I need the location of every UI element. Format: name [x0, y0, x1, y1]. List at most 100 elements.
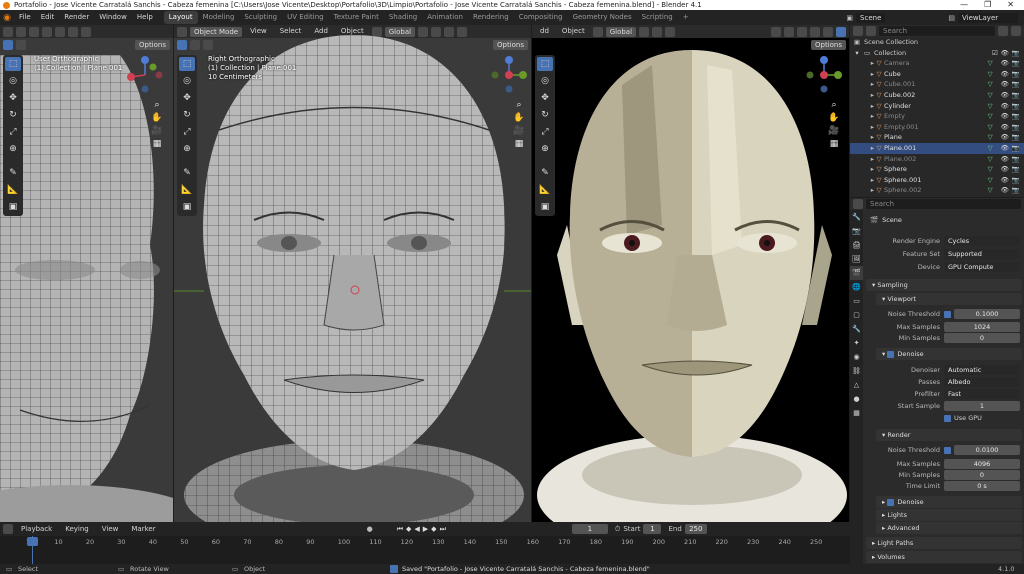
expand-arrow-icon[interactable]: ▸	[850, 79, 874, 90]
properties-search-input[interactable]: Search	[866, 199, 1021, 209]
render-denoise-checkbox[interactable]	[887, 498, 895, 506]
outliner-item[interactable]: ▸ ▽ Plane.002 ▽ 👁 📷	[850, 154, 1024, 165]
camera-view-icon[interactable]: 🎥	[827, 126, 841, 136]
measure-tool-icon[interactable]: 📐	[537, 183, 553, 197]
perspective-grid-icon[interactable]: ▦	[827, 139, 841, 149]
outliner-item[interactable]: ▸ ▽ Plane ▽ 👁 📷	[850, 132, 1024, 143]
r-noise-field[interactable]: 0.0100	[954, 445, 1020, 455]
perspective-grid-icon[interactable]: ▦	[150, 139, 164, 149]
workspace-tab-modeling[interactable]: Modeling	[198, 11, 240, 24]
visibility-eye-icon[interactable]: 👁	[1001, 58, 1012, 69]
select-mode-icon[interactable]	[16, 26, 26, 37]
visibility-eye-icon[interactable]: 👁	[1001, 143, 1012, 154]
outliner-item[interactable]: ▸ ▽ Sphere ▽ 👁 📷	[850, 164, 1024, 175]
noise-threshold-checkbox[interactable]	[944, 310, 951, 318]
workspace-tab-compositing[interactable]: Compositing	[514, 11, 568, 24]
new-collection-icon[interactable]	[1011, 26, 1021, 36]
outliner-item[interactable]: ▸ ▽ Camera ▽ 👁 📷	[850, 58, 1024, 69]
annotate-tool-icon[interactable]: ✎	[537, 166, 553, 180]
cursor-tool-icon[interactable]: ◎	[537, 74, 553, 88]
render-camera-icon[interactable]: 📷	[1012, 111, 1024, 122]
light-paths-panel-header[interactable]: ▸ Light Paths	[866, 537, 1022, 549]
select-extend-icon[interactable]	[16, 39, 26, 50]
advanced-subpanel-header[interactable]: ▸ Advanced	[876, 522, 1022, 534]
vp-noise-field[interactable]: 0.1000	[954, 309, 1020, 319]
playhead-handle[interactable]	[27, 537, 38, 546]
visibility-eye-icon[interactable]: 👁	[1001, 79, 1012, 90]
navigation-gizmo[interactable]	[125, 55, 165, 95]
viewport-left[interactable]: Options User Orthographic (1) Collection…	[0, 25, 173, 522]
render-camera-icon[interactable]: 📷	[1012, 185, 1024, 196]
close-button[interactable]: ✕	[1007, 0, 1014, 10]
menu-render[interactable]: Render	[59, 10, 94, 25]
snap-icon[interactable]	[42, 26, 52, 37]
outliner-item[interactable]: ▸ ▽ Cylinder ▽ 👁 📷	[850, 101, 1024, 112]
visibility-eye-icon[interactable]: 👁	[1001, 69, 1012, 80]
record-icon[interactable]: ●	[367, 525, 373, 533]
render-denoise-subpanel-header[interactable]: ▸ Denoise	[876, 496, 1022, 508]
outliner-item[interactable]: ▸ ▽ Sphere.002 ▽ 👁 📷	[850, 185, 1024, 196]
r-min-samples-field[interactable]: 0	[944, 470, 1020, 480]
zoom-icon[interactable]: ⌕	[827, 100, 841, 110]
visibility-eye-icon[interactable]: 👁	[1001, 101, 1012, 112]
volumes-panel-header[interactable]: ▸ Volumes	[866, 551, 1022, 563]
preview-range-icon[interactable]: ⏱	[615, 525, 620, 534]
physics-tab-icon[interactable]: ◉	[850, 350, 863, 364]
menu-help[interactable]: Help	[132, 10, 158, 25]
constraints-tab-icon[interactable]: ⛓	[850, 364, 863, 378]
viewport-mid[interactable]: Object Mode View Select Add Object Globa…	[174, 25, 531, 522]
outliner-search-input[interactable]: Search	[879, 26, 995, 36]
navigation-gizmo[interactable]	[804, 55, 844, 95]
scale-tool-icon[interactable]: ⤢	[179, 125, 195, 139]
start-frame-field[interactable]: 1	[643, 524, 662, 534]
view-layer-icon[interactable]: ▤	[945, 14, 958, 22]
expand-arrow-icon[interactable]: ▸	[850, 122, 874, 133]
menu-edit[interactable]: Edit	[36, 10, 60, 25]
visibility-eye-icon[interactable]: 👁	[1001, 132, 1012, 143]
denoiser-dropdown[interactable]: Automatic	[944, 365, 1020, 375]
checkbox-icon[interactable]: ☑	[992, 48, 1001, 59]
display-mode-icon[interactable]	[866, 26, 876, 36]
editor-type-icon[interactable]	[3, 524, 13, 534]
pan-hand-icon[interactable]: ✋	[150, 113, 164, 123]
lights-subpanel-header[interactable]: ▸ Lights	[876, 509, 1022, 521]
zoom-icon[interactable]: ⌕	[150, 100, 164, 110]
outliner-item[interactable]: ▸ ▽ Empty.001 ▽ 👁 📷	[850, 122, 1024, 133]
rotate-tool-icon[interactable]: ↻	[5, 108, 21, 122]
menu-keying[interactable]: Keying	[60, 523, 94, 536]
maximize-button[interactable]: ❐	[984, 0, 991, 10]
render-camera-icon[interactable]: 📷	[1012, 48, 1024, 59]
render-camera-icon[interactable]: 📷	[1012, 143, 1024, 154]
outliner-item[interactable]: ▸ ▽ Cube ▽ 👁 📷	[850, 69, 1024, 80]
render-noise-checkbox[interactable]	[944, 446, 951, 454]
scale-tool-icon[interactable]: ⤢	[5, 125, 21, 139]
workspace-tab-sculpting[interactable]: Sculpting	[239, 11, 282, 24]
expand-arrow-icon[interactable]: ▸	[850, 175, 874, 186]
render-camera-icon[interactable]: 📷	[1012, 101, 1024, 112]
workspace-tab-rendering[interactable]: Rendering	[468, 11, 514, 24]
menu-playback[interactable]: Playback	[16, 523, 57, 536]
view-layer-field[interactable]: ViewLayer	[958, 12, 1018, 23]
start-sample-field[interactable]: 1	[944, 401, 1020, 411]
select-box-icon[interactable]	[3, 39, 13, 50]
shading-icon[interactable]	[81, 26, 91, 37]
viewport-render[interactable]: dd Object Global Options ⬚ ◎ ✥ ↻ ⤢ ⊕ ✎ 📐…	[532, 25, 849, 522]
render-camera-icon[interactable]: 📷	[1012, 79, 1024, 90]
denoise-subpanel-header[interactable]: ▾ Denoise	[876, 348, 1022, 360]
render-engine-dropdown[interactable]: Cycles	[944, 236, 1020, 246]
vp-max-samples-field[interactable]: 1024	[944, 322, 1020, 332]
move-tool-icon[interactable]: ✥	[5, 91, 21, 105]
device-dropdown[interactable]: GPU Compute	[944, 262, 1020, 272]
render-subpanel-header[interactable]: ▾ Render	[876, 429, 1022, 441]
menu-marker[interactable]: Marker	[126, 523, 160, 536]
expand-arrow-icon[interactable]: ▸	[850, 69, 874, 80]
next-keyframe-icon[interactable]: ◆	[431, 525, 436, 533]
prev-keyframe-icon[interactable]: ◆	[406, 525, 411, 533]
world-tab-icon[interactable]: 🌐	[850, 280, 863, 294]
move-tool-icon[interactable]: ✥	[537, 91, 553, 105]
object-tab-icon[interactable]: ▢	[850, 308, 863, 322]
select-tool-icon[interactable]: ⬚	[537, 57, 553, 71]
collapse-arrow-icon[interactable]: ▾	[850, 48, 864, 59]
render-camera-icon[interactable]: 📷	[1012, 164, 1024, 175]
camera-view-icon[interactable]: 🎥	[150, 126, 164, 136]
